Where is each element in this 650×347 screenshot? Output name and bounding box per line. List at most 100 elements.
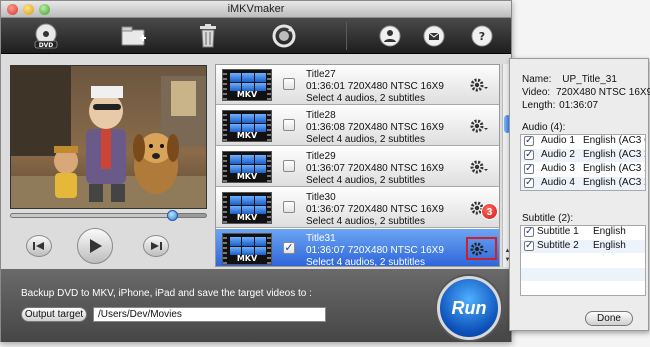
audio-track-label: Audio 4 bbox=[541, 177, 575, 188]
title-row-title29[interactable]: MKV Title29 01:36:07 720X480 NTSC 16X9 S… bbox=[216, 147, 499, 187]
subtitle-track-label: Subtitle 1 bbox=[537, 226, 579, 237]
subtitle-track-row[interactable]: ✓ Subtitle 2 English bbox=[521, 240, 645, 253]
skip-forward-icon bbox=[151, 242, 162, 250]
info-video-value: 720X480 NTSC 16X9 bbox=[555, 87, 650, 98]
mkv-format-label: MKV bbox=[236, 90, 258, 99]
audio-track-label: Audio 3 bbox=[541, 163, 575, 174]
audio-heading: Audio (4): bbox=[522, 122, 566, 133]
mail-button[interactable] bbox=[419, 21, 449, 51]
user-button[interactable] bbox=[375, 21, 405, 51]
play-button[interactable] bbox=[77, 228, 113, 264]
step-number-badge: 3 bbox=[481, 203, 498, 220]
title-info: 01:36:07 720X480 NTSC 16X9 bbox=[306, 245, 444, 256]
audio-track-language: English (AC3 2 bbox=[583, 177, 646, 188]
audio-track-language: English (AC3 6 bbox=[583, 135, 646, 146]
subtitle-checkbox[interactable]: ✓ bbox=[524, 241, 534, 251]
subtitle-track-row[interactable]: ✓ Subtitle 1 English bbox=[521, 226, 645, 239]
title-name: Title28 bbox=[306, 110, 336, 121]
subtitle-heading: Subtitle (2): bbox=[522, 213, 574, 224]
audio-track-language: English (AC3 2 bbox=[583, 149, 646, 160]
gear-settings-icon[interactable] bbox=[469, 118, 489, 134]
audio-track-row[interactable]: ✓ Audio 4 English (AC3 2 bbox=[521, 177, 646, 190]
audio-track-row[interactable]: ✓ Audio 3 English (AC3 2 bbox=[521, 163, 646, 176]
done-button[interactable]: Done bbox=[585, 311, 633, 326]
info-length-row: Length: 01:36:07 bbox=[522, 100, 598, 111]
audio-checkbox[interactable]: ✓ bbox=[524, 178, 534, 188]
title-name: Title27 bbox=[306, 69, 336, 80]
title-tracks: Select 4 audios, 2 subtitles bbox=[306, 93, 425, 104]
previous-button[interactable] bbox=[26, 235, 52, 257]
title-info: 01:36:08 720X480 NTSC 16X9 bbox=[306, 122, 444, 133]
audio-checkbox[interactable]: ✓ bbox=[524, 136, 534, 146]
mkv-thumbnail: MKV bbox=[222, 110, 272, 142]
title-info-panel: Name: UP_Title_31 Video: 720X480 NTSC 16… bbox=[509, 58, 650, 331]
toolbar: DVD ? bbox=[1, 18, 511, 54]
output-target-button[interactable]: Output target bbox=[21, 307, 87, 322]
mkv-thumbnail: MKV bbox=[222, 233, 272, 265]
audio-checkbox[interactable]: ✓ bbox=[524, 164, 534, 174]
subtitle-empty-row bbox=[521, 282, 645, 295]
output-path-field[interactable]: /Users/Dev/Movies bbox=[93, 307, 326, 322]
svg-text:DVD: DVD bbox=[39, 42, 54, 49]
gear-settings-icon[interactable] bbox=[469, 77, 489, 93]
add-folder-button[interactable] bbox=[119, 21, 149, 51]
title-row-title27[interactable]: MKV Title27 01:36:01 720X480 NTSC 16X9 S… bbox=[216, 65, 499, 105]
mail-icon bbox=[423, 25, 445, 47]
audio-track-label: Audio 2 bbox=[541, 149, 575, 160]
mkv-format-label: MKV bbox=[236, 254, 258, 263]
delete-button[interactable] bbox=[193, 21, 223, 51]
refresh-icon bbox=[272, 24, 296, 48]
info-name-value: UP_Title_31 bbox=[562, 74, 617, 85]
output-panel: Backup DVD to MKV, iPhone, iPad and save… bbox=[1, 269, 511, 342]
playback-scrubber[interactable] bbox=[10, 210, 207, 221]
mkv-format-label: MKV bbox=[236, 213, 258, 222]
preview-frame-image bbox=[11, 66, 206, 208]
run-button[interactable]: Run bbox=[437, 276, 501, 340]
info-name-label: Name: bbox=[522, 74, 552, 85]
mkv-thumbnail: MKV bbox=[222, 192, 272, 224]
title-tracks: Select 4 audios, 2 subtitles bbox=[306, 216, 425, 227]
title-checkbox[interactable] bbox=[283, 119, 295, 131]
trash-icon bbox=[200, 24, 216, 48]
title-tracks: Select 4 audios, 2 subtitles bbox=[306, 175, 425, 186]
dvd-load-button[interactable]: DVD bbox=[31, 21, 61, 51]
refresh-button[interactable] bbox=[269, 21, 299, 51]
title-row-title31[interactable]: MKV ✓ Title31 01:36:07 720X480 NTSC 16X9… bbox=[216, 229, 499, 266]
audio-track-row[interactable]: ✓ Audio 1 English (AC3 6 bbox=[521, 135, 646, 148]
dvd-icon: DVD bbox=[34, 23, 58, 49]
toolbar-separator bbox=[346, 22, 347, 50]
title-name: Title29 bbox=[306, 151, 336, 162]
gear-settings-icon[interactable] bbox=[469, 159, 489, 175]
audio-track-language: English (AC3 2 bbox=[583, 163, 646, 174]
info-video-label: Video: bbox=[522, 87, 551, 98]
playback-progress-fill bbox=[11, 214, 171, 217]
title-checkbox[interactable] bbox=[283, 201, 295, 213]
help-button[interactable]: ? bbox=[467, 21, 497, 51]
title-tracks: Select 4 audios, 2 subtitles bbox=[306, 134, 425, 145]
title-list: MKV Title27 01:36:01 720X480 NTSC 16X9 S… bbox=[215, 64, 500, 267]
title-row-title30[interactable]: MKV Title30 01:36:07 720X480 NTSC 16X9 S… bbox=[216, 188, 499, 228]
subtitle-empty-row bbox=[521, 268, 645, 281]
video-preview bbox=[10, 65, 207, 209]
add-folder-icon bbox=[121, 26, 146, 46]
title-checkbox[interactable] bbox=[283, 78, 295, 90]
title-info: 01:36:07 720X480 NTSC 16X9 bbox=[306, 204, 444, 215]
title-checkbox[interactable]: ✓ bbox=[283, 242, 295, 254]
title-info: 01:36:07 720X480 NTSC 16X9 bbox=[306, 163, 444, 174]
info-name-row: Name: UP_Title_31 bbox=[522, 74, 617, 85]
mkv-thumbnail: MKV bbox=[222, 69, 272, 101]
mkv-format-label: MKV bbox=[236, 131, 258, 140]
output-description: Backup DVD to MKV, iPhone, iPad and save… bbox=[21, 288, 312, 299]
audio-checkbox[interactable]: ✓ bbox=[524, 150, 534, 160]
subtitle-checkbox[interactable]: ✓ bbox=[524, 227, 534, 237]
subtitle-empty-row bbox=[521, 254, 645, 267]
gear-settings-icon[interactable] bbox=[469, 241, 489, 257]
playback-scrubber-knob[interactable] bbox=[166, 210, 178, 221]
next-button[interactable] bbox=[143, 235, 169, 257]
audio-track-list: ✓ Audio 1 English (AC3 6 ✓ Audio 2 English (… bbox=[520, 134, 646, 191]
title-row-title28[interactable]: MKV Title28 01:36:08 720X480 NTSC 16X9 S… bbox=[216, 106, 499, 146]
play-icon bbox=[90, 239, 102, 253]
title-checkbox[interactable] bbox=[283, 160, 295, 172]
info-length-label: Length: bbox=[522, 100, 556, 111]
audio-track-row[interactable]: ✓ Audio 2 English (AC3 2 bbox=[521, 149, 646, 162]
